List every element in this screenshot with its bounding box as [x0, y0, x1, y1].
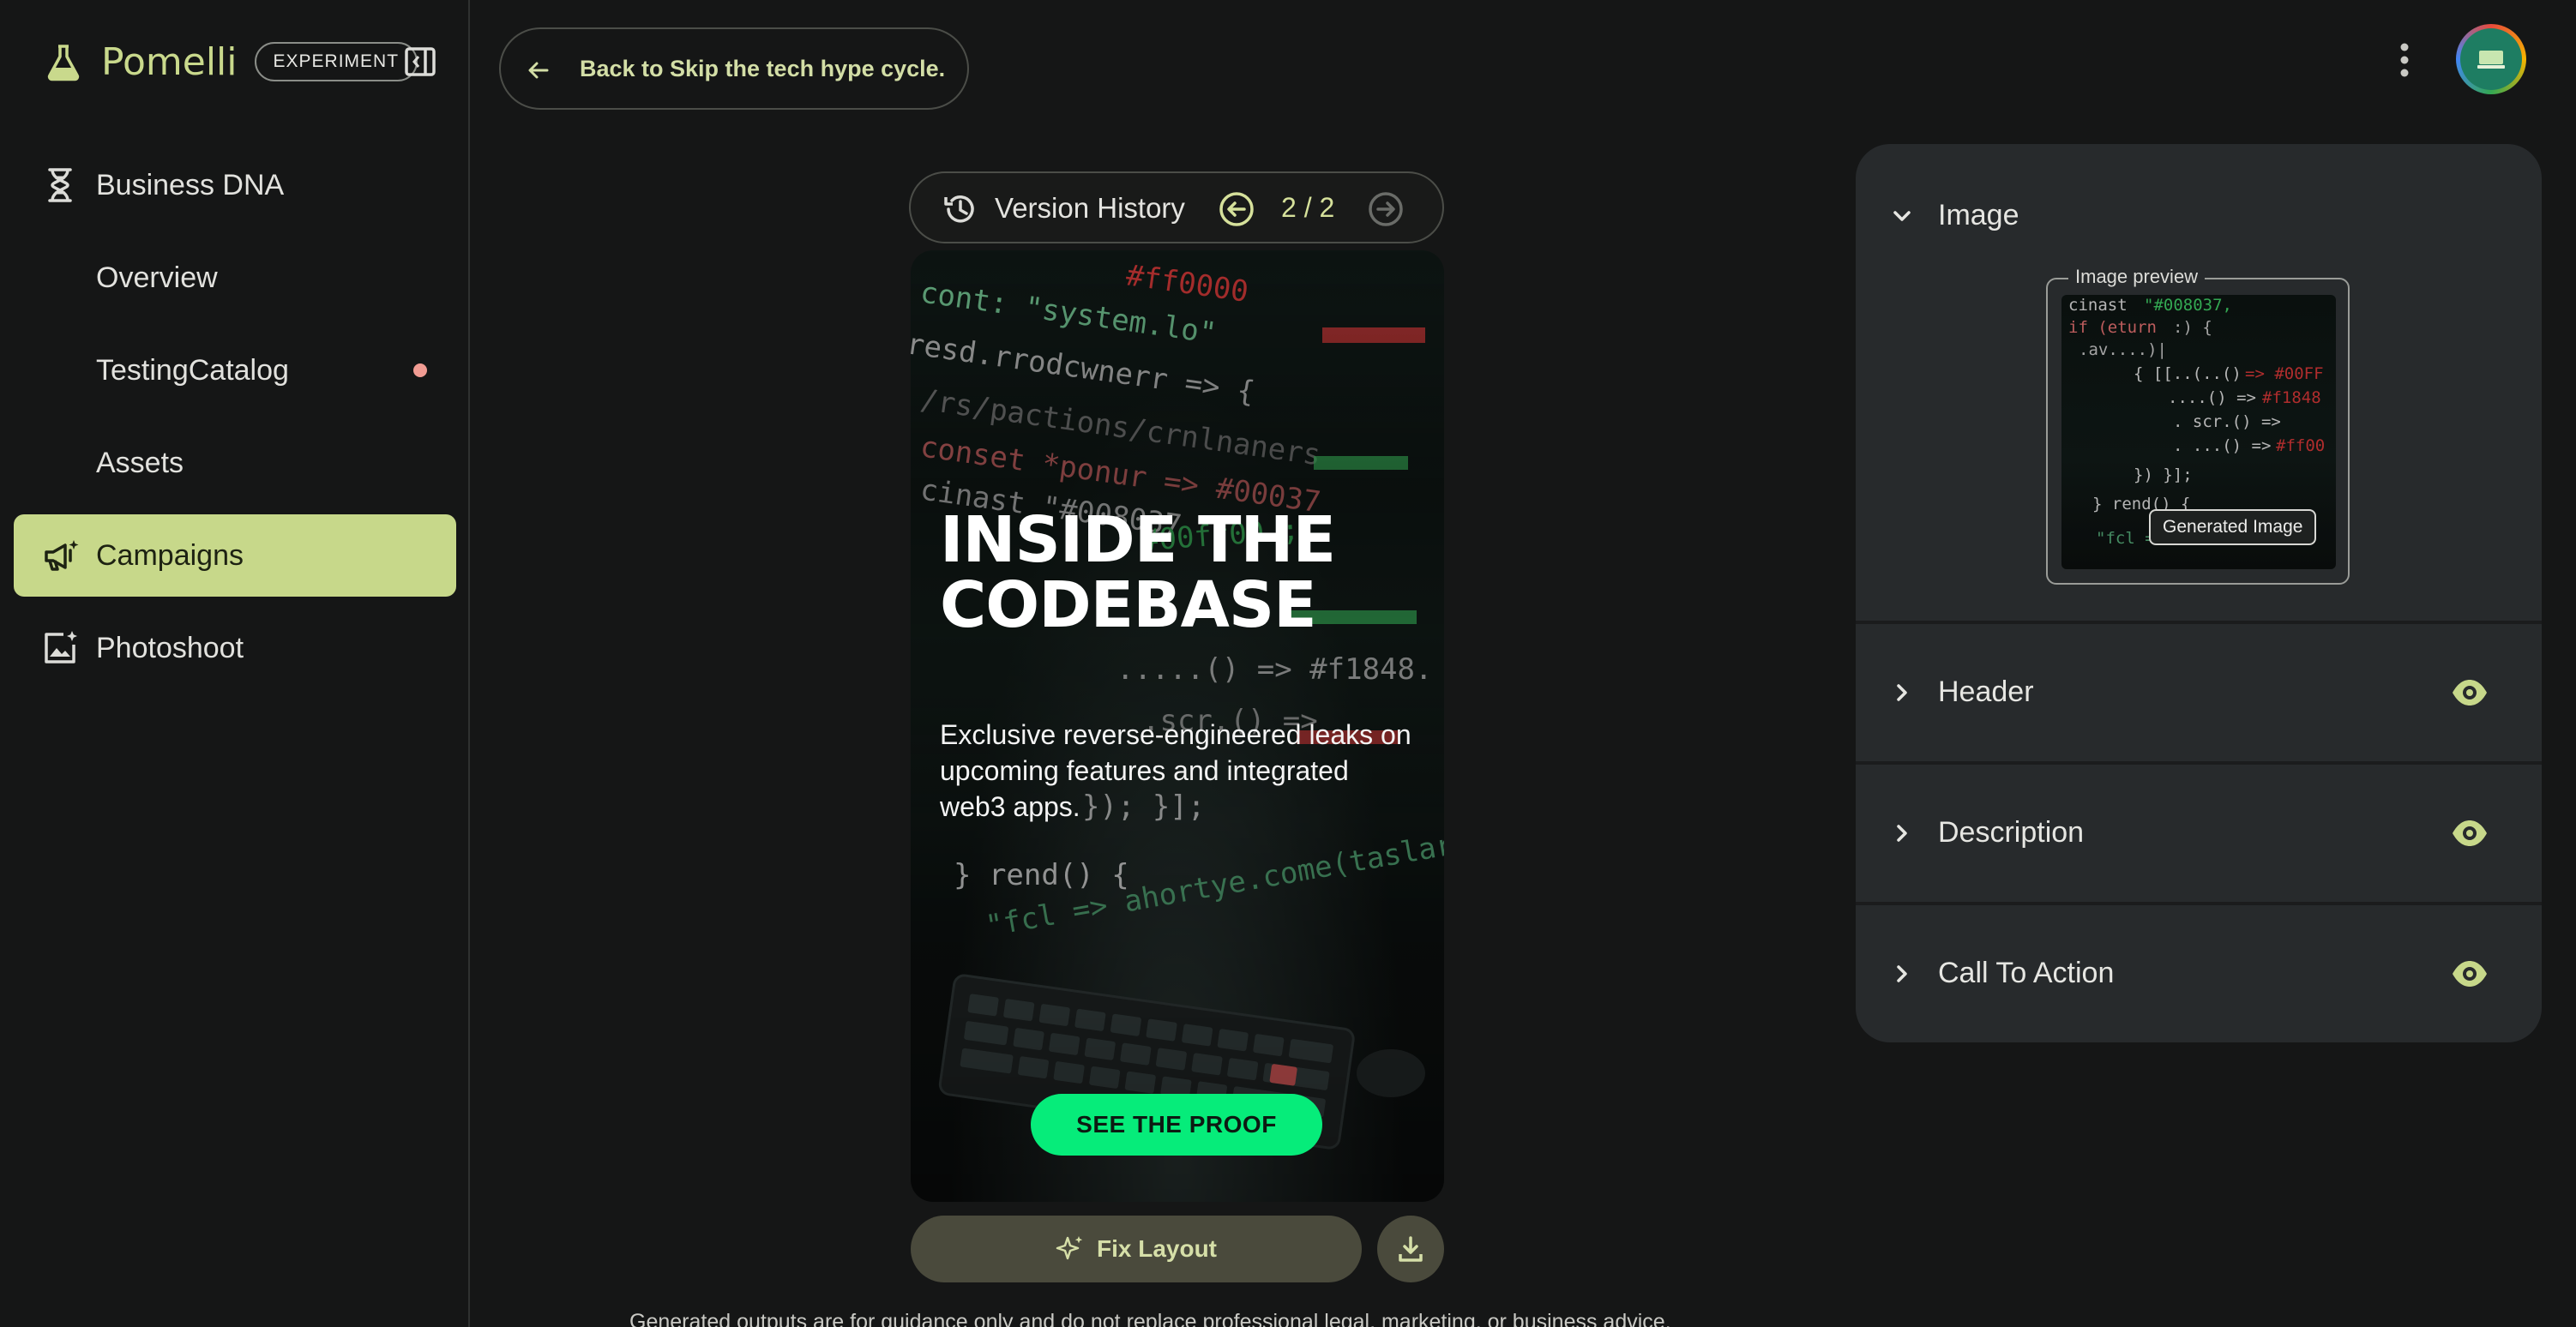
fix-layout-label: Fix Layout [1096, 1235, 1217, 1262]
sidebar: Pomelli EXPERIMENT Business DNA Overview… [0, 0, 470, 1327]
sparkle-icon [1056, 1236, 1083, 1260]
experiment-badge: EXPERIMENT [254, 42, 418, 81]
back-button-label: Back to Skip the tech hype cycle. [580, 55, 946, 81]
version-history-label: Version History [995, 192, 1185, 224]
visibility-icon[interactable] [2451, 816, 2489, 850]
fix-layout-button[interactable]: Fix Layout [911, 1216, 1362, 1282]
next-version-icon[interactable] [1367, 190, 1405, 228]
photoshoot-icon [45, 631, 77, 664]
section-title: Header [1938, 676, 2034, 708]
chevron-down-icon [1893, 211, 1911, 221]
notification-dot [413, 363, 427, 377]
section-image: Image Image preview cinast "#008037, if (… [1856, 144, 2542, 621]
arrow-left-icon [528, 62, 549, 79]
creative-preview-card[interactable]: cont: "system.lo" #ff0000 resd.rrodcwner… [911, 250, 1444, 1202]
sidebar-item-label: Assets [96, 446, 184, 479]
previous-version-icon[interactable] [1218, 190, 1255, 228]
headline-line: CODEBASE [940, 568, 1317, 642]
section-divider [1856, 621, 2542, 624]
chevron-right-icon [1897, 825, 1907, 842]
brand[interactable]: Pomelli EXPERIMENT [43, 38, 418, 86]
disclaimer-text: Generated outputs are for guidance only … [629, 1310, 1671, 1327]
dna-icon [48, 168, 72, 202]
headline-line: INSIDE THE [940, 503, 1336, 577]
section-title: Description [1938, 816, 2085, 849]
creative-description: Exclusive reverse-engineered leaks on up… [940, 719, 1411, 822]
chevron-right-icon [1897, 965, 1907, 982]
sidebar-item-label: TestingCatalog [96, 353, 289, 387]
image-preview-field[interactable]: Image preview cinast "#008037, if (eturn:… [2046, 266, 2350, 585]
avatar-image [2460, 28, 2522, 90]
section-divider [1856, 902, 2542, 905]
generated-image-tag: Generated Image [2149, 509, 2317, 545]
version-count: 2 / 2 [1281, 192, 1335, 223]
section-title: Image [1938, 199, 2019, 231]
sidebar-item-business-dna[interactable]: Business DNA [14, 144, 456, 226]
sidebar-item-overview[interactable]: Overview [14, 237, 456, 319]
history-icon[interactable] [942, 190, 979, 228]
more-options-icon[interactable] [2387, 39, 2422, 81]
editor-panel: Image Image preview cinast "#008037, if (… [1856, 144, 2542, 1042]
chevron-right-icon [1897, 684, 1907, 701]
campaign-icon [45, 540, 79, 571]
sidebar-item-photoshoot[interactable]: Photoshoot [14, 607, 456, 689]
section-header-image[interactable]: Image [1856, 178, 2542, 254]
sidebar-item-campaigns[interactable]: Campaigns [14, 514, 456, 597]
version-history-bar: Version History 2 / 2 [909, 171, 1444, 243]
sidebar-item-label: Overview [96, 261, 218, 294]
section-header-description[interactable]: Description [1856, 796, 2542, 871]
laptop-icon [2477, 51, 2505, 69]
creative-cta-button[interactable]: SEE THE PROOF [1031, 1094, 1322, 1156]
image-preview-label: Image preview [2068, 266, 2206, 288]
sidebar-item-label: Photoshoot [96, 631, 244, 664]
brand-name: Pomelli [101, 39, 238, 84]
flask-icon [47, 45, 80, 81]
section-title: Call To Action [1938, 957, 2115, 989]
sidebar-item-testingcatalog[interactable]: TestingCatalog [14, 329, 456, 411]
download-button[interactable] [1377, 1216, 1444, 1282]
creative-headline: INSIDE THE CODEBASE [940, 507, 1420, 638]
section-header-call-to-action[interactable]: Call To Action [1856, 936, 2542, 1012]
collapse-sidebar-icon[interactable] [403, 45, 437, 79]
section-header-header[interactable]: Header [1856, 655, 2542, 730]
back-button[interactable]: Back to Skip the tech hype cycle. [499, 27, 969, 110]
sidebar-item-label: Campaigns [96, 538, 244, 572]
download-icon [1399, 1236, 1423, 1262]
visibility-icon[interactable] [2451, 957, 2489, 991]
section-divider [1856, 761, 2542, 765]
sidebar-item-assets[interactable]: Assets [14, 422, 456, 504]
sidebar-item-label: Business DNA [96, 168, 285, 201]
avatar[interactable] [2456, 24, 2526, 94]
visibility-icon[interactable] [2451, 676, 2489, 710]
